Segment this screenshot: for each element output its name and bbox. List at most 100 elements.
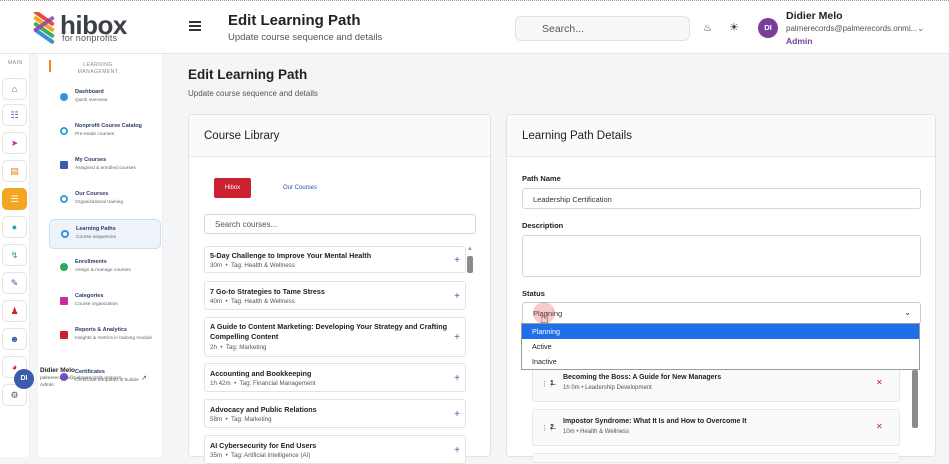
list-item[interactable]: 5-Day Challenge to Improve Your Mental H… [204, 246, 466, 273]
rail-label: MAIN [8, 60, 23, 66]
rocket-icon[interactable]: ➤ [2, 132, 27, 154]
list-item[interactable] [532, 453, 900, 463]
card-header: Course Library [189, 115, 490, 157]
course-name: AI Cybersecurity for End Users [210, 441, 317, 450]
external-link-icon[interactable]: ↗ [141, 374, 147, 382]
sidebar-item-my-courses[interactable]: My Courses Assigned & enrolled courses [49, 151, 161, 181]
learning-path-details-card: Learning Path Details Path Name Leadersh… [506, 114, 936, 463]
course-search-input[interactable]: Search courses... [204, 214, 476, 234]
sidebar-user-email: palmerecords@palmerecords.onmicro... [40, 376, 126, 381]
list-item[interactable]: 7 Go-to Strategies to Tame Stress 40m • … [204, 281, 466, 310]
section-marker [49, 60, 51, 72]
sidebar-item-learning-paths[interactable]: Learning Paths Course sequences [49, 219, 161, 249]
path-name-field[interactable]: Leadership Certification [522, 188, 921, 209]
logo-tagline: for nonprofits [62, 33, 118, 43]
sidebar-item-reports[interactable]: Reports & Analytics Insights & metrics i… [49, 321, 161, 355]
global-search-input[interactable]: Search... [515, 16, 690, 41]
nav-title: Enrollments [75, 259, 107, 265]
sidebar-item-dashboard[interactable]: Dashboard Quick overview [49, 83, 161, 113]
side-nav-heading: LEARNING MANAGEMENT [77, 62, 119, 75]
remove-course-button[interactable]: ✕ [876, 422, 883, 431]
users-icon[interactable]: ☻ [2, 328, 27, 350]
course-name: 5-Day Challenge to Improve Your Mental H… [210, 251, 372, 260]
sidebar-item-categories[interactable]: Categories Course organization [49, 287, 161, 317]
sidebar-item-our-courses[interactable]: Our Courses Organizational training [49, 185, 161, 215]
avatar[interactable]: DI [758, 18, 778, 38]
add-course-button[interactable]: + [454, 332, 460, 343]
course-meta: 58m • Tag: Marketing [210, 416, 272, 423]
sidebar-item-catalog[interactable]: Nonprofit Course Catalog Pre-made course… [49, 117, 161, 147]
status-option-inactive[interactable]: Inactive [522, 354, 919, 369]
top-bar: hibox for nonprofits Edit Learning Path … [0, 0, 949, 54]
reports-icon [60, 331, 68, 339]
list-item[interactable]: Advocacy and Public Relations 58m • Tag:… [204, 399, 466, 428]
course-name: Accounting and Bookkeeping [210, 369, 312, 378]
status-label: Status [522, 289, 545, 298]
user-name[interactable]: Didier Melo [786, 10, 843, 22]
description-label: Description [522, 221, 564, 230]
add-course-button[interactable]: + [454, 373, 460, 384]
nav-title: Our Courses [75, 191, 109, 197]
notification-bell-icon[interactable]: ♨ [703, 23, 712, 34]
course-name: Advocacy and Public Relations [210, 405, 317, 414]
target-icon[interactable]: ● [2, 216, 27, 238]
user-minus-icon[interactable]: ♟ [2, 300, 27, 322]
our-courses-icon [60, 195, 68, 203]
chevron-down-icon[interactable]: ⌄ [917, 23, 925, 34]
nav-subtitle: Course organization [75, 302, 118, 307]
book-icon[interactable]: ▤ [2, 160, 27, 182]
add-course-button[interactable]: + [454, 409, 460, 420]
page-title: Edit Learning Path [228, 12, 361, 29]
nav-title: My Courses [75, 157, 107, 163]
remove-course-button[interactable]: ✕ [876, 378, 883, 387]
hibox-logo[interactable]: hibox for nonprofits [30, 10, 130, 44]
status-dropdown-list: Planning Active Inactive [521, 323, 920, 370]
catalog-icon [60, 127, 68, 135]
sitemap-icon[interactable]: ☷ [2, 104, 27, 126]
nav-subtitle: Course sequences [76, 235, 116, 240]
list-item[interactable]: ⋮⋮ 1. Becoming the Boss: A Guide for New… [532, 365, 900, 402]
nav-subtitle: Organizational training [75, 200, 123, 205]
list-item[interactable]: ⋮⋮ 2. Impostor Syndrome: What It Is and … [532, 409, 900, 446]
nav-subtitle: Insights & metrics in training module [75, 336, 153, 341]
user-email: palmerecords@palmerecords.onmi... [786, 24, 918, 33]
course-library-title: Course Library [204, 130, 280, 142]
sidebar-user-name: Didier Melo [40, 367, 76, 374]
learning-paths-icon [61, 230, 69, 238]
list-item[interactable]: AI Cybersecurity for End Users 35m • Tag… [204, 435, 466, 464]
list-item[interactable]: Accounting and Bookkeeping 1h 42m • Tag:… [204, 363, 466, 392]
tab-hibox[interactable]: Hibox [214, 178, 251, 198]
add-course-button[interactable]: + [454, 291, 460, 302]
sidebar-avatar[interactable]: DI [14, 369, 34, 389]
sidebar-item-enrollments[interactable]: Enrollments Assign & manage courses [49, 253, 161, 283]
course-name: 7 Go-to Strategies to Tame Stress [210, 287, 325, 296]
home-icon[interactable]: ⌂ [2, 78, 27, 100]
main-subtitle: Update course sequence and details [188, 89, 318, 98]
nav-subtitle: Assigned & enrolled courses [75, 166, 136, 171]
sequence-course-title: Becoming the Boss: A Guide for New Manag… [563, 374, 722, 381]
form-icon[interactable]: ✎ [2, 272, 27, 294]
list-item[interactable]: A Guide to Content Marketing: Developing… [204, 317, 466, 357]
nav-subtitle: Quick overview [75, 98, 108, 103]
tab-our-courses[interactable]: Our Courses [274, 178, 326, 198]
theme-toggle-icon[interactable]: ☀ [729, 21, 739, 34]
add-course-button[interactable]: + [454, 255, 460, 266]
library-scrollbar[interactable]: ▲ [467, 246, 474, 458]
sequence-scrollbar-thumb[interactable] [912, 370, 918, 428]
scroll-up-icon[interactable]: ▲ [467, 246, 473, 252]
status-option-planning[interactable]: Planning [522, 324, 919, 339]
nav-title: Categories [75, 293, 104, 299]
status-select[interactable]: Planning ⌄ [522, 302, 921, 324]
add-course-button[interactable]: + [454, 445, 460, 456]
sequence-number: 2. [550, 424, 556, 431]
layers-icon[interactable]: ☰ [2, 188, 27, 210]
course-meta: 1h 42m • Tag: Financial Management [210, 380, 316, 387]
status-option-active[interactable]: Active [522, 339, 919, 354]
chevron-down-icon: ⌄ [904, 308, 911, 317]
scrollbar-thumb[interactable] [467, 256, 473, 273]
menu-toggle-icon[interactable] [189, 21, 201, 31]
description-field[interactable] [522, 235, 921, 277]
course-meta: 40m • Tag: Health & Wellness [210, 298, 295, 305]
sequence-course-title: Impostor Syndrome: What It Is and How to… [563, 418, 747, 425]
flow-icon[interactable]: ↯ [2, 244, 27, 266]
